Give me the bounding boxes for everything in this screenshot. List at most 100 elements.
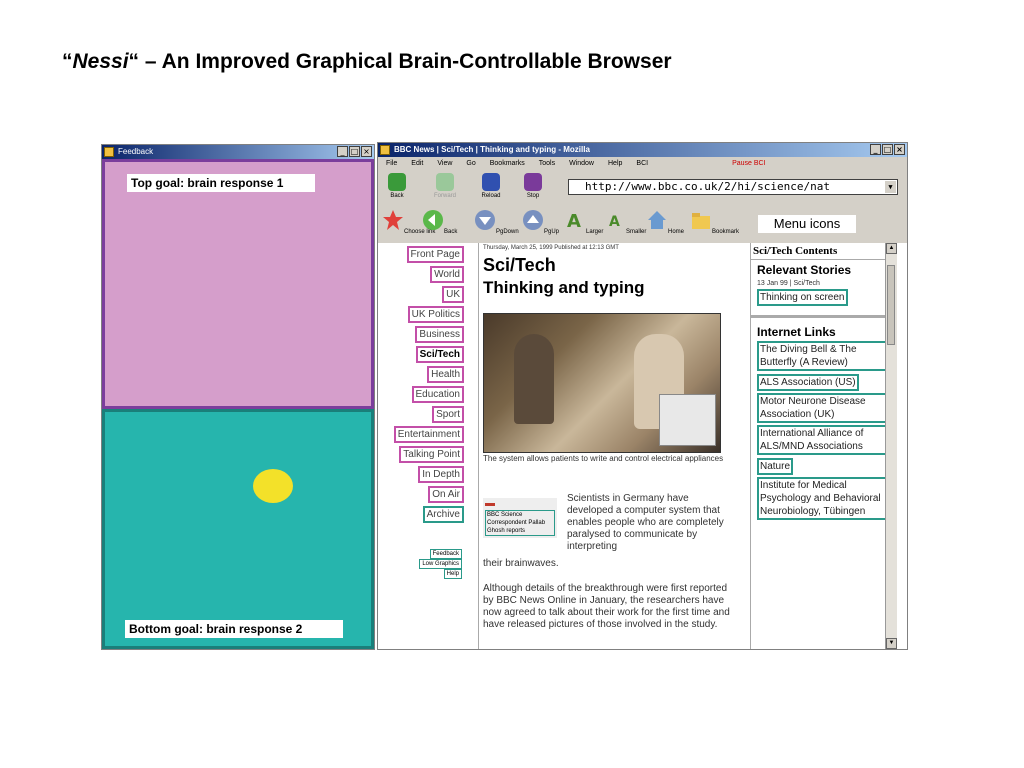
nav-low-graphics[interactable]: Low Graphics — [419, 559, 462, 569]
larger-text-icon: A — [567, 211, 581, 232]
article-photo — [483, 313, 721, 453]
date-line: Thursday, March 25, 1999 Published at 12… — [483, 245, 619, 251]
url-dropdown-icon[interactable]: ▼ — [885, 181, 896, 193]
scroll-up-icon[interactable]: ▲ — [886, 243, 897, 254]
nav-in-depth[interactable]: In Depth — [418, 466, 464, 483]
article-paragraph-1-end: their brainwaves. — [483, 558, 559, 569]
nav-help[interactable]: Help — [443, 569, 462, 579]
feedback-window: Feedback _ □ × Top goal: brain response … — [101, 144, 375, 650]
choose-link-button[interactable]: Choose link — [382, 209, 435, 235]
nav-education[interactable]: Education — [411, 386, 464, 403]
sidebar-divider — [751, 315, 897, 318]
menu-bci[interactable]: BCI — [636, 157, 648, 171]
article-side-links: ▬ BBC Science Correspondent Pallab Ghosh… — [483, 498, 557, 538]
nav-business[interactable]: Business — [415, 326, 464, 343]
scroll-thumb[interactable] — [887, 265, 895, 345]
reload-icon — [482, 173, 500, 191]
url-field[interactable]: http://www.bbc.co.uk/2/hi/science/nat ▼ — [568, 179, 898, 195]
relevant-stories-title: Relevant Stories — [757, 263, 852, 277]
nav-entertainment[interactable]: Entertainment — [393, 426, 464, 443]
bci-back-button[interactable]: Back — [422, 209, 457, 235]
internet-link[interactable]: Nature — [757, 458, 794, 475]
contents-header: Sci/Tech Contents — [751, 243, 897, 260]
minimize-icon[interactable]: _ — [870, 144, 881, 155]
nav-talking-point[interactable]: Talking Point — [399, 446, 464, 463]
bottom-goal-area: Bottom goal: brain response 2 — [102, 409, 374, 649]
menu-window[interactable]: Window — [569, 157, 594, 171]
browser-app-icon — [380, 145, 390, 155]
smaller-button[interactable]: A Smaller — [604, 209, 646, 235]
close-icon[interactable]: × — [894, 144, 905, 155]
svg-text:A: A — [609, 214, 620, 230]
vertical-scrollbar[interactable]: ▲ ▼ — [885, 243, 897, 649]
bottom-goal-label: Bottom goal: brain response 2 — [125, 620, 343, 638]
app-icon — [104, 147, 114, 157]
feedback-ball — [253, 469, 293, 503]
internet-link[interactable]: The Diving Bell & The Butterfly (A Revie… — [757, 341, 891, 371]
nav-sport[interactable]: Sport — [432, 406, 464, 423]
larger-button[interactable]: A Larger — [564, 209, 603, 235]
bookmark-button[interactable]: Bookmark — [690, 209, 739, 235]
browser-window: BBC News | Sci/Tech | Thinking and typin… — [377, 142, 908, 650]
forward-arrow-icon — [436, 173, 454, 191]
nav-on-air[interactable]: On Air — [428, 486, 464, 503]
menu-view[interactable]: View — [437, 157, 452, 171]
internet-link[interactable]: International Alliance of ALS/MND Associ… — [757, 425, 891, 455]
forward-button[interactable]: Forward — [430, 173, 460, 199]
nav-archive[interactable]: Archive — [422, 506, 464, 523]
home-button[interactable]: Home — [646, 209, 684, 235]
reload-button[interactable]: Reload — [476, 173, 506, 199]
back-circle-icon — [423, 210, 443, 230]
minimize-icon[interactable]: _ — [337, 146, 348, 157]
stop-button[interactable]: Stop — [518, 173, 548, 199]
internet-links-title: Internet Links — [757, 325, 836, 339]
back-button[interactable]: Back — [382, 173, 412, 199]
internet-link[interactable]: Motor Neurone Disease Association (UK) — [757, 393, 891, 423]
menu-file[interactable]: File — [386, 157, 397, 171]
menu-go[interactable]: Go — [466, 157, 475, 171]
browser-titlebar: BBC News | Sci/Tech | Thinking and typin… — [378, 143, 907, 157]
article-column: Thursday, March 25, 1999 Published at 12… — [478, 243, 749, 649]
article-headline: Thinking and typing — [483, 278, 645, 297]
nav-world[interactable]: World — [430, 266, 464, 283]
right-sidebar: Sci/Tech Contents Relevant Stories 13 Ja… — [750, 243, 897, 649]
menu-edit[interactable]: Edit — [411, 157, 423, 171]
page-down-button[interactable]: PgDown — [474, 209, 519, 235]
stop-icon — [524, 173, 542, 191]
photo-caption: The system allows patients to write and … — [483, 454, 724, 463]
page-content: Front Page World UK UK Politics Business… — [378, 243, 907, 649]
title-italic: Nessi — [72, 50, 129, 73]
nav-health[interactable]: Health — [427, 366, 464, 383]
page-down-icon — [475, 210, 495, 230]
maximize-icon[interactable]: □ — [882, 144, 893, 155]
page-up-button[interactable]: PgUp — [522, 209, 559, 235]
bookmark-folder-icon — [692, 213, 710, 229]
nav-sci-tech[interactable]: Sci/Tech — [415, 346, 464, 363]
home-icon — [648, 211, 666, 229]
page-up-icon — [523, 210, 543, 230]
relevant-link[interactable]: Thinking on screen — [757, 289, 848, 306]
back-arrow-icon — [388, 173, 406, 191]
relevant-date: 13 Jan 99 | Sci/Tech — [757, 280, 820, 287]
scroll-down-icon[interactable]: ▼ — [886, 638, 897, 649]
menu-bookmarks[interactable]: Bookmarks — [490, 157, 525, 171]
left-navigation: Front Page World UK UK Politics Business… — [378, 243, 464, 649]
pause-bci-tag[interactable]: Pause BCI — [732, 157, 765, 171]
section-title: Sci/Tech — [483, 255, 556, 275]
video-report-link[interactable]: BBC Science Correspondent Pallab Ghosh r… — [485, 510, 555, 536]
nav-feedback[interactable]: Feedback — [429, 549, 462, 559]
slide-title: “Nessi“ – An Improved Graphical Brain-Co… — [62, 50, 672, 73]
maximize-icon[interactable]: □ — [349, 146, 360, 157]
browser-window-title: BBC News | Sci/Tech | Thinking and typin… — [394, 145, 590, 154]
nav-uk[interactable]: UK — [442, 286, 464, 303]
close-icon[interactable]: × — [361, 146, 372, 157]
top-goal-label: Top goal: brain response 1 — [127, 174, 315, 192]
article-paragraph-2: Although details of the breakthrough wer… — [483, 583, 730, 630]
internet-link[interactable]: Institute for Medical Psychology and Beh… — [757, 477, 891, 520]
menu-icons-label: Menu icons — [758, 215, 856, 233]
nav-uk-politics[interactable]: UK Politics — [407, 306, 464, 323]
menu-tools[interactable]: Tools — [539, 157, 555, 171]
menu-help[interactable]: Help — [608, 157, 622, 171]
nav-front-page[interactable]: Front Page — [406, 246, 464, 263]
internet-link[interactable]: ALS Association (US) — [757, 374, 859, 391]
